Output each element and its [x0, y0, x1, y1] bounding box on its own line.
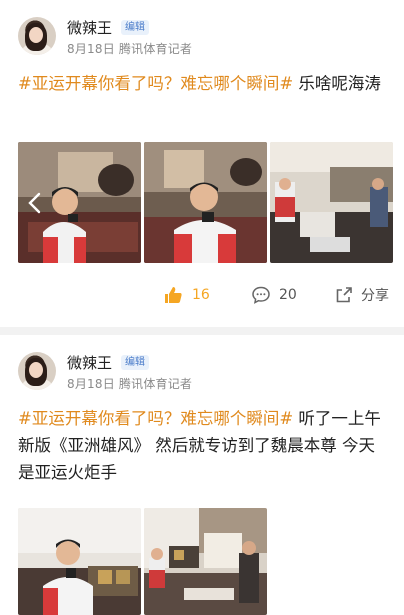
photo-2[interactable] — [144, 508, 267, 615]
post-body: 乐啥呢海涛 — [293, 74, 381, 93]
topic-tag[interactable]: #亚运开幕你看了吗？难忘哪个瞬间# — [18, 409, 293, 428]
photo-1[interactable] — [18, 508, 141, 615]
comment-count: 20 — [279, 287, 297, 303]
avatar[interactable] — [18, 17, 56, 55]
like-count: 16 — [192, 287, 210, 303]
photo-3[interactable] — [270, 142, 393, 263]
thumbs-up-icon — [163, 285, 183, 305]
editor-badge: 编辑 — [121, 20, 149, 35]
photo-1[interactable] — [18, 142, 141, 263]
chevron-left-icon[interactable] — [24, 190, 46, 216]
post-date: 8月18日 — [67, 377, 115, 391]
share-icon — [334, 285, 354, 305]
topic-tag[interactable]: #亚运开幕你看了吗？难忘哪个瞬间# — [18, 74, 293, 93]
post-source: 腾讯体育记者 — [118, 377, 193, 391]
post-meta: 8月18日 腾讯体育记者 — [67, 40, 192, 57]
post-text: #亚运开幕你看了吗？难忘哪个瞬间# 听了一上午新版《亚洲雄风》 然后就专访到了魏… — [18, 405, 390, 486]
post-meta: 8月18日 腾讯体育记者 — [67, 375, 192, 392]
action-bar: 16 20 分享 — [0, 283, 404, 307]
post-date: 8月18日 — [67, 42, 115, 56]
author-name[interactable]: 微辣王 — [67, 352, 112, 373]
photo-2[interactable] — [144, 142, 267, 263]
post-source: 腾讯体育记者 — [118, 42, 193, 56]
avatar[interactable] — [18, 352, 56, 390]
post-text: #亚运开幕你看了吗？难忘哪个瞬间# 乐啥呢海涛 — [18, 70, 390, 97]
comment-button[interactable]: 20 — [251, 283, 297, 307]
post-card: 微辣王 编辑 8月18日 腾讯体育记者 #亚运开幕你看了吗？难忘哪个瞬间# 乐啥… — [0, 0, 404, 325]
like-button[interactable]: 16 — [163, 283, 210, 307]
share-label: 分享 — [361, 288, 389, 304]
editor-badge: 编辑 — [121, 355, 149, 370]
author-name[interactable]: 微辣王 — [67, 17, 112, 38]
post-divider — [0, 327, 404, 335]
post-card: 微辣王 编辑 8月18日 腾讯体育记者 #亚运开幕你看了吗？难忘哪个瞬间# 听了… — [0, 335, 404, 615]
share-button[interactable]: 分享 — [334, 283, 389, 307]
comment-icon — [251, 285, 271, 305]
